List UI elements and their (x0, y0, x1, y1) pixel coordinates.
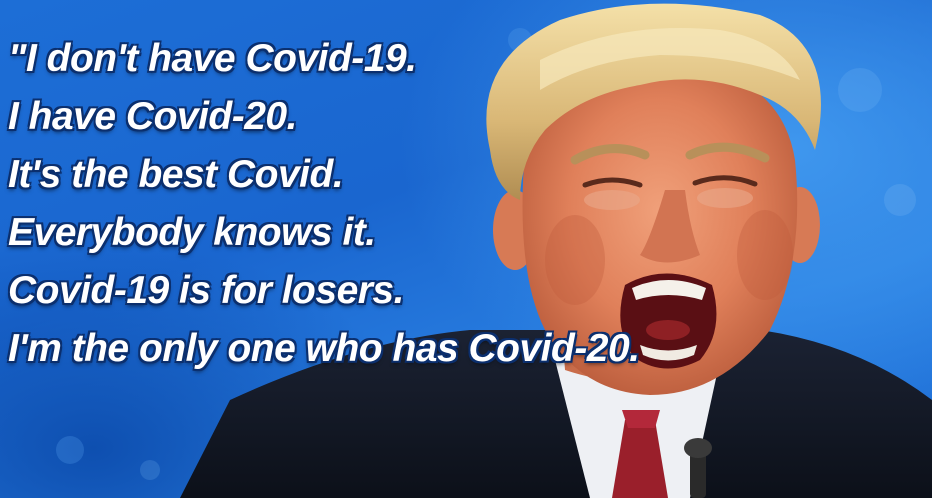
quote-line: Covid-19 is for losers. (8, 269, 404, 312)
quote-text: "I don't have Covid-19. I have Covid-20.… (8, 30, 932, 378)
quote-line: I'm the only one who has Covid-20. (8, 327, 640, 370)
quote-line: "I don't have Covid-19. (8, 37, 417, 80)
quote-line: I have Covid-20. (8, 95, 297, 138)
quote-line: It's the best Covid. (8, 153, 344, 196)
meme-image: "I don't have Covid-19. I have Covid-20.… (0, 0, 932, 498)
quote-line: Everybody knows it. (8, 211, 376, 254)
